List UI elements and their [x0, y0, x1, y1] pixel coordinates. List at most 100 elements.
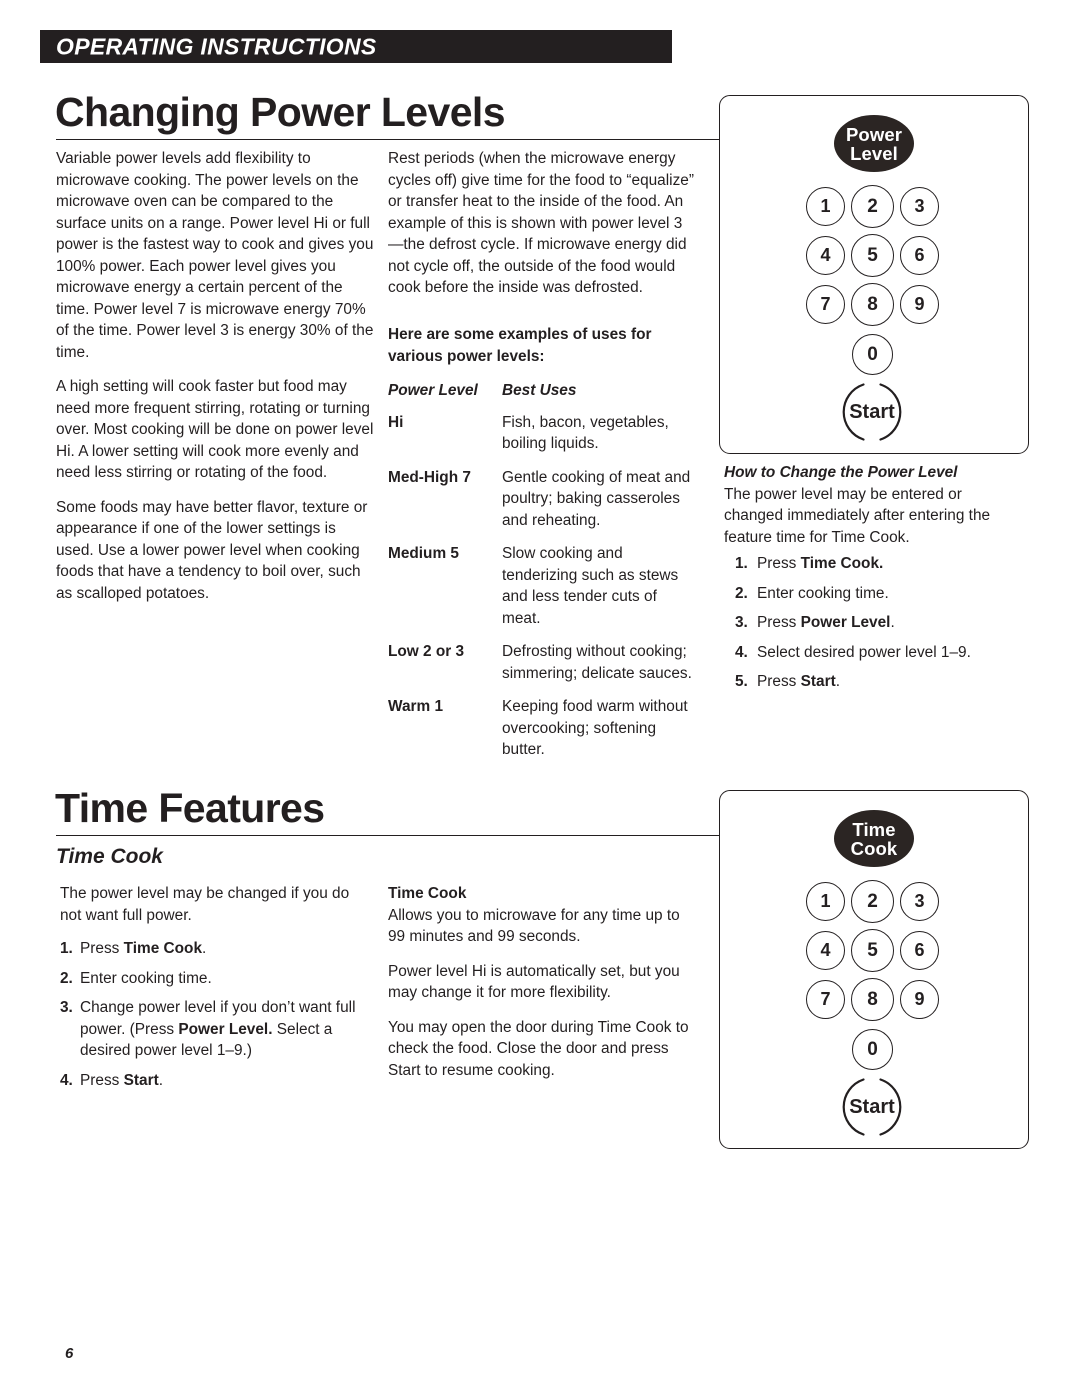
- uses-intro: Here are some examples of uses for vario…: [388, 326, 652, 365]
- step-number: 3.: [60, 999, 73, 1016]
- page-title-changing-power-levels: Changing Power Levels: [55, 89, 506, 135]
- step-number: 4.: [60, 1071, 73, 1089]
- power-levels-left-column: Variable power levels add flexibility to…: [56, 148, 374, 604]
- keypad-key-6[interactable]: 6: [900, 931, 939, 970]
- keypad-key-3[interactable]: 3: [900, 187, 939, 226]
- keypad-key-3[interactable]: 3: [900, 882, 939, 921]
- step-text: Enter cooking time.: [80, 969, 212, 987]
- paragraph: Power level Hi is automatically set, but…: [388, 962, 680, 1002]
- list-item: 2. Enter cooking time.: [60, 968, 360, 990]
- list-item: 4. Select desired power level 1–9.: [735, 642, 1020, 664]
- keypad-key-8[interactable]: 8: [851, 283, 894, 326]
- keypad-key-4[interactable]: 4: [806, 236, 845, 275]
- step-bold: Power Level.: [178, 1020, 273, 1038]
- keypad-key-2[interactable]: 2: [851, 880, 894, 923]
- step-text: Press: [757, 555, 801, 572]
- keypad-key-0[interactable]: 0: [852, 1029, 893, 1070]
- table-row: Low 2 or 3 Defrosting without cooking; s…: [388, 641, 694, 696]
- table-row: Hi Fish, bacon, vegetables, boiling liqu…: [388, 412, 694, 467]
- banner-title: OPERATING INSTRUCTIONS: [56, 33, 377, 59]
- cell-power-level: Medium 5: [388, 545, 459, 562]
- table-row: Med-High 7 Gentle cooking of meat and po…: [388, 467, 694, 544]
- how-to-change-power-level-steps: 1. Press Time Cook. 2. Enter cooking time.…: [735, 553, 1020, 693]
- keypad-key-1[interactable]: 1: [806, 882, 845, 921]
- subsection-title-time-cook: Time Cook: [56, 845, 163, 868]
- paragraph: Variable power levels add flexibility to…: [56, 150, 374, 361]
- table-row: Medium 5 Slow cooking and tenderizing su…: [388, 543, 694, 641]
- keypad-key-9[interactable]: 9: [900, 285, 939, 324]
- keypad-key-7[interactable]: 7: [806, 285, 845, 324]
- power-level-uses-block: Here are some examples of uses for vario…: [388, 324, 694, 773]
- start-button-label: Start: [848, 400, 896, 424]
- step-number: 2.: [735, 584, 748, 602]
- time-cook-button-label-line2: Cook: [850, 837, 898, 859]
- cell-best-uses: Keeping food warm without overcooking; s…: [502, 698, 688, 758]
- list-item: 3. Press Power Level.: [735, 612, 1020, 634]
- keypad-key-2[interactable]: 2: [851, 185, 894, 228]
- cell-best-uses: Fish, bacon, vegetables, boiling liquids…: [502, 413, 669, 453]
- paragraph: You may open the door during Time Cook t…: [388, 1018, 689, 1079]
- section-rule-2: [56, 835, 719, 836]
- how-to-heading: How to Change the Power Level: [724, 464, 958, 481]
- cell-best-uses: Gentle cooking of meat and poultry; baki…: [502, 468, 691, 529]
- step-bold: Time Cook: [123, 940, 203, 957]
- list-item: 2. Enter cooking time.: [735, 583, 1020, 605]
- step-number: 1.: [735, 555, 748, 572]
- operating-instructions-banner: OPERATING INSTRUCTIONS: [40, 30, 672, 63]
- paragraph: A high setting will cook faster but food…: [56, 378, 374, 481]
- keypad-key-1[interactable]: 1: [806, 187, 845, 226]
- list-item: 1. Press Time Cook.: [60, 938, 360, 960]
- list-item: 4. Press Start.: [60, 1070, 360, 1092]
- step-bold: Power Level: [800, 614, 891, 631]
- keypad-key-5[interactable]: 5: [851, 929, 894, 972]
- page-number: 6: [65, 1345, 74, 1362]
- start-button[interactable]: Start: [841, 1076, 903, 1138]
- step-text: Enter cooking time.: [757, 584, 889, 602]
- step-number: 3.: [735, 614, 748, 631]
- paragraph: Rest periods (when the microwave energy …: [388, 150, 694, 296]
- list-item: 3. Change power level if you don’t want f…: [60, 997, 360, 1062]
- time-cook-button[interactable]: Time Cook: [834, 810, 914, 867]
- page-title-time-features: Time Features: [55, 785, 325, 831]
- how-to-intro: The power level may be entered or change…: [724, 485, 991, 546]
- keypad-key-7[interactable]: 7: [806, 980, 845, 1019]
- column-header-best-uses: Best Uses: [502, 382, 577, 399]
- list-item: 1. Press Time Cook.: [735, 553, 1020, 575]
- column-header-power-level: Power Level: [388, 382, 478, 399]
- step-post: .: [890, 614, 895, 631]
- step-text: Press: [80, 940, 124, 957]
- time-cook-middle-column: Time Cook Allows you to microwave for an…: [388, 883, 698, 1081]
- step-number: 4.: [735, 643, 748, 661]
- step-number: 2.: [60, 969, 73, 987]
- control-panel-power-level: Power Level 1 2 3 4 5 6 7 8 9 0 Start: [719, 95, 1029, 454]
- keypad-key-4[interactable]: 4: [806, 931, 845, 970]
- time-cook-left-column: The power level may be changed if you do…: [60, 883, 370, 926]
- step-post: .: [158, 1071, 163, 1089]
- step-bold: Start: [123, 1071, 159, 1089]
- start-button-label: Start: [848, 1095, 896, 1119]
- power-level-button[interactable]: Power Level: [834, 115, 914, 172]
- table-row: Warm 1 Keeping food warm without overcoo…: [388, 696, 694, 773]
- step-post: .: [202, 940, 207, 957]
- step-bold: Time Cook.: [800, 555, 884, 572]
- step-number: 5.: [735, 673, 748, 690]
- step-text: Press: [80, 1071, 124, 1089]
- step-post: .: [835, 673, 840, 690]
- keypad-key-0[interactable]: 0: [852, 334, 893, 375]
- how-to-change-power-level-block: How to Change the Power Level The power …: [724, 462, 1014, 548]
- keypad-key-9[interactable]: 9: [900, 980, 939, 1019]
- keypad-key-6[interactable]: 6: [900, 236, 939, 275]
- step-text: Press: [757, 673, 801, 690]
- keypad-key-5[interactable]: 5: [851, 234, 894, 277]
- keypad-key-8[interactable]: 8: [851, 978, 894, 1021]
- control-panel-time-cook: Time Cook 1 2 3 4 5 6 7 8 9 0 Start: [719, 790, 1029, 1149]
- power-levels-middle-column: Rest periods (when the microwave energy …: [388, 148, 694, 299]
- step-text: Press: [757, 614, 801, 631]
- start-button[interactable]: Start: [841, 381, 903, 443]
- cell-best-uses: Defrosting without cooking; simmering; d…: [502, 643, 692, 682]
- paragraph: Some foods may have better flavor, textu…: [56, 498, 368, 602]
- section-rule-1: [56, 139, 721, 140]
- power-level-button-label-line2: Level: [850, 142, 898, 164]
- time-cook-steps: 1. Press Time Cook. 2. Enter cooking time.…: [60, 938, 360, 1091]
- cell-power-level: Warm 1: [388, 698, 444, 715]
